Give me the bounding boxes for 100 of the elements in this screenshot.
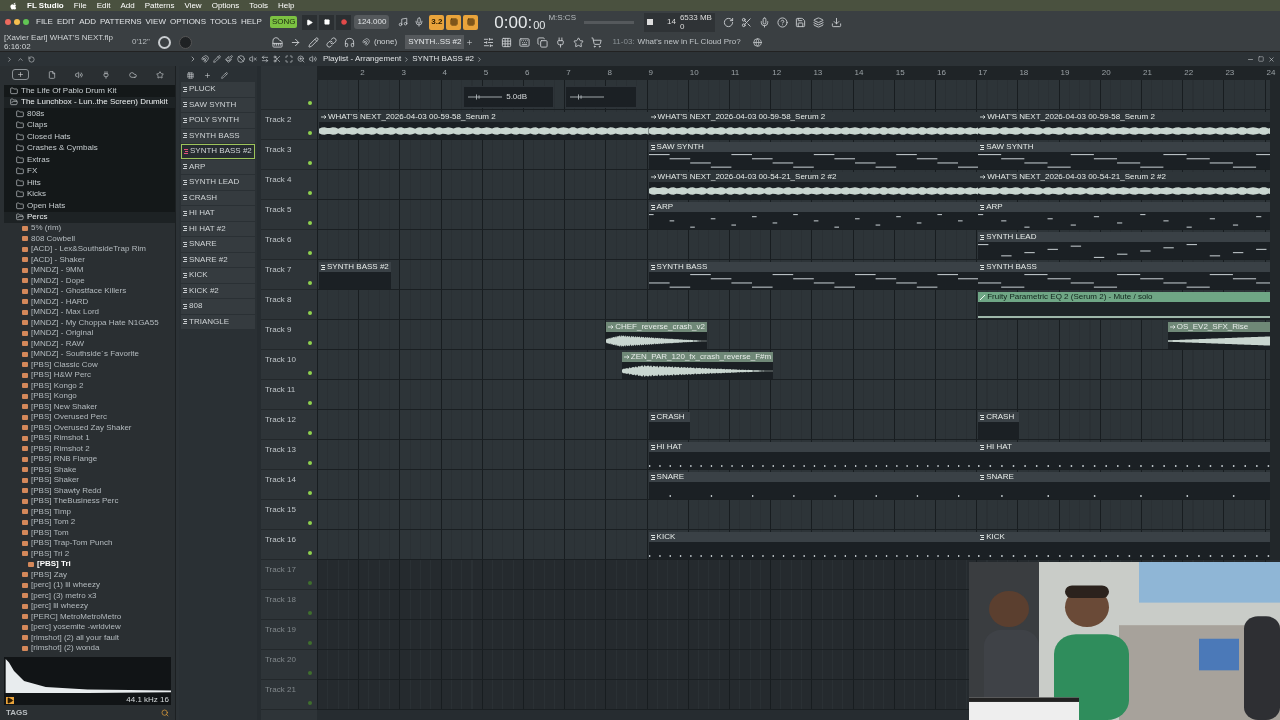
record-button[interactable] — [336, 14, 352, 30]
pattern-clip[interactable]: SYNTH BASS — [978, 262, 1270, 289]
pattern-item[interactable]: POLY SYNTH — [181, 113, 255, 128]
pattern-item[interactable]: SAW SYNTH — [181, 97, 255, 112]
up-icon[interactable] — [17, 55, 24, 63]
edit-icon[interactable] — [221, 71, 228, 79]
browser-file[interactable]: [PBS] Shaker — [4, 475, 175, 486]
plugin-icon[interactable] — [555, 36, 567, 48]
star-icon[interactable] — [155, 70, 164, 79]
browser-file[interactable]: [PBS] Shawty Redd — [4, 485, 175, 496]
menu-item[interactable]: PATTERNS — [100, 18, 142, 27]
browser-file[interactable]: [rimshot] (2) wonda — [4, 643, 175, 654]
refresh-icon[interactable] — [28, 55, 35, 63]
browser-file[interactable]: [MNDZ] - Max Lord — [4, 307, 175, 318]
app-name[interactable]: FL Studio — [27, 1, 64, 10]
plugin-icon[interactable] — [101, 70, 110, 79]
pattern-clip[interactable]: HI HAT — [978, 442, 1270, 469]
menu-item[interactable]: OPTIONS — [169, 18, 206, 27]
browser-file[interactable]: [PBS] New Shaker — [4, 401, 175, 412]
browser-file[interactable]: [PERC] MetroMetroMetro — [4, 611, 175, 622]
stop-button[interactable] — [319, 14, 335, 30]
browser-file[interactable]: [perc] (3) metro x3 — [4, 590, 175, 601]
pattern-item[interactable]: SNARE #2 — [181, 252, 255, 267]
browser-folder[interactable]: 808s — [4, 108, 175, 120]
menu-item[interactable]: EDIT — [56, 18, 76, 27]
globe-icon[interactable] — [752, 37, 762, 47]
browser-add-tab[interactable] — [11, 69, 29, 80]
pattern-item[interactable]: PLUCK — [181, 82, 255, 97]
file-icon[interactable] — [47, 70, 56, 79]
pattern-item[interactable]: ARP — [181, 159, 255, 174]
browser-file[interactable]: [PBS] Classic Cow — [4, 359, 175, 370]
os-menu-item[interactable]: Add — [120, 1, 135, 10]
pattern-clip[interactable]: SAW SYNTH — [648, 142, 979, 169]
master-volume-knob[interactable] — [158, 35, 171, 49]
os-menu-item[interactable]: Tools — [249, 1, 268, 10]
menu-item[interactable]: FILE — [36, 18, 53, 27]
browser-file[interactable]: [perc] (1) lil wheezy — [4, 580, 175, 591]
star-icon[interactable] — [573, 36, 585, 48]
pattern-clip[interactable]: CRASH — [648, 412, 690, 439]
audio-clip[interactable]: WHAT'S NEXT_2026-04-03 00-59-58_Serum 2 — [978, 112, 1270, 139]
volume-clip[interactable]: 5.0dB — [463, 86, 554, 108]
pattern-selector[interactable]: SYNTH..SS #2 — [405, 35, 465, 50]
preview-play-icon[interactable] — [6, 696, 14, 704]
snap-selector[interactable]: (none) — [374, 38, 398, 47]
zoom-window-button[interactable] — [23, 19, 29, 26]
link-icon[interactable] — [326, 36, 337, 48]
browser-file[interactable]: [PBS] Rimshot 2 — [4, 443, 175, 454]
pattern-clip[interactable]: SYNTH LEAD — [978, 232, 1270, 259]
browser-file[interactable]: [ACD] - Shaker — [4, 254, 175, 265]
toggle-button[interactable] — [463, 14, 479, 30]
delete-tool-icon[interactable] — [237, 55, 245, 63]
browser-file[interactable]: [PBS] Overused Zay Shaker — [4, 422, 175, 433]
piano-icon[interactable] — [272, 36, 283, 48]
reset-icon[interactable] — [722, 16, 734, 28]
pattern-item[interactable]: CRASH — [181, 190, 255, 205]
pattern-item[interactable]: KICK #2 — [181, 283, 255, 298]
browser-file[interactable]: [perc] lil wheezy — [4, 601, 175, 612]
audio-clip[interactable]: WHAT'S NEXT_2026-04-03 00-54-21_Serum 2 #2 — [648, 172, 979, 199]
browser-file[interactable]: [ACD] - Lex&SouthsideTrap Rim — [4, 244, 175, 255]
browser-file[interactable]: [MNDZ] - 9MM — [4, 265, 175, 276]
browser-file[interactable]: [PBS] Overused Perc — [4, 412, 175, 423]
automation-clip[interactable]: Fruity Parametric EQ 2 (Serum 2) - Mute / solo — [978, 292, 1270, 319]
save-icon[interactable] — [794, 16, 806, 28]
pattern-clip[interactable]: ARP — [648, 202, 979, 229]
pattern-clip[interactable]: KICK — [648, 532, 979, 559]
close-icon[interactable] — [1268, 55, 1275, 63]
pattern-item[interactable]: KICK — [181, 268, 255, 283]
browser-file[interactable]: [MNDZ] - Original — [4, 328, 175, 339]
mute-tool-icon[interactable] — [249, 55, 257, 63]
browser-file[interactable]: [PBS] Zay — [4, 569, 175, 580]
pattern-item[interactable]: HI HAT — [181, 206, 255, 221]
cloud-icon[interactable] — [128, 70, 137, 79]
add-pattern-icon[interactable] — [466, 38, 474, 46]
browser-file[interactable]: [MNDZ] - My Choppa Hate N1GA55 — [4, 317, 175, 328]
expand-icon[interactable] — [6, 55, 13, 63]
browser-file[interactable]: [MNDZ] - Ghostface Killers — [4, 286, 175, 297]
menu-item[interactable]: HELP — [240, 18, 262, 27]
pattern-item[interactable]: SNARE — [181, 237, 255, 252]
zoom-tool-icon[interactable] — [297, 55, 305, 63]
menu-item[interactable]: ADD — [79, 18, 97, 27]
os-menu-item[interactable]: Edit — [96, 1, 111, 10]
toggle-button[interactable] — [446, 14, 462, 30]
os-menu-item[interactable]: View — [184, 1, 202, 10]
audio-clip[interactable]: WHAT'S NEXT_2026-04-03 00-59-58_Serum 2 — [319, 112, 649, 139]
pattern-clip[interactable]: SNARE — [978, 472, 1270, 499]
browser-file[interactable]: [PBS] Trap-Tom Punch — [4, 538, 175, 549]
scissors-icon[interactable] — [740, 16, 752, 28]
magnet-icon[interactable] — [201, 55, 209, 63]
browser-file[interactable]: 5% (rim) — [4, 223, 175, 234]
slice-tool-icon[interactable] — [273, 55, 281, 63]
menu-item[interactable]: TOOLS — [210, 18, 237, 27]
pattern-item[interactable]: SYNTH LEAD — [181, 175, 255, 190]
volume-clip[interactable] — [564, 86, 638, 108]
pattern-item[interactable]: SYNTH BASS — [181, 128, 255, 143]
paint-tool-icon[interactable] — [225, 55, 233, 63]
select-tool-icon[interactable] — [285, 55, 293, 63]
browser-file[interactable]: [PBS] Shake — [4, 464, 175, 475]
pattern-item[interactable]: 808 — [181, 299, 255, 314]
pattern-item[interactable]: HI HAT #2 — [181, 221, 255, 236]
browser-file[interactable]: [MNDZ] - RAW — [4, 338, 175, 349]
